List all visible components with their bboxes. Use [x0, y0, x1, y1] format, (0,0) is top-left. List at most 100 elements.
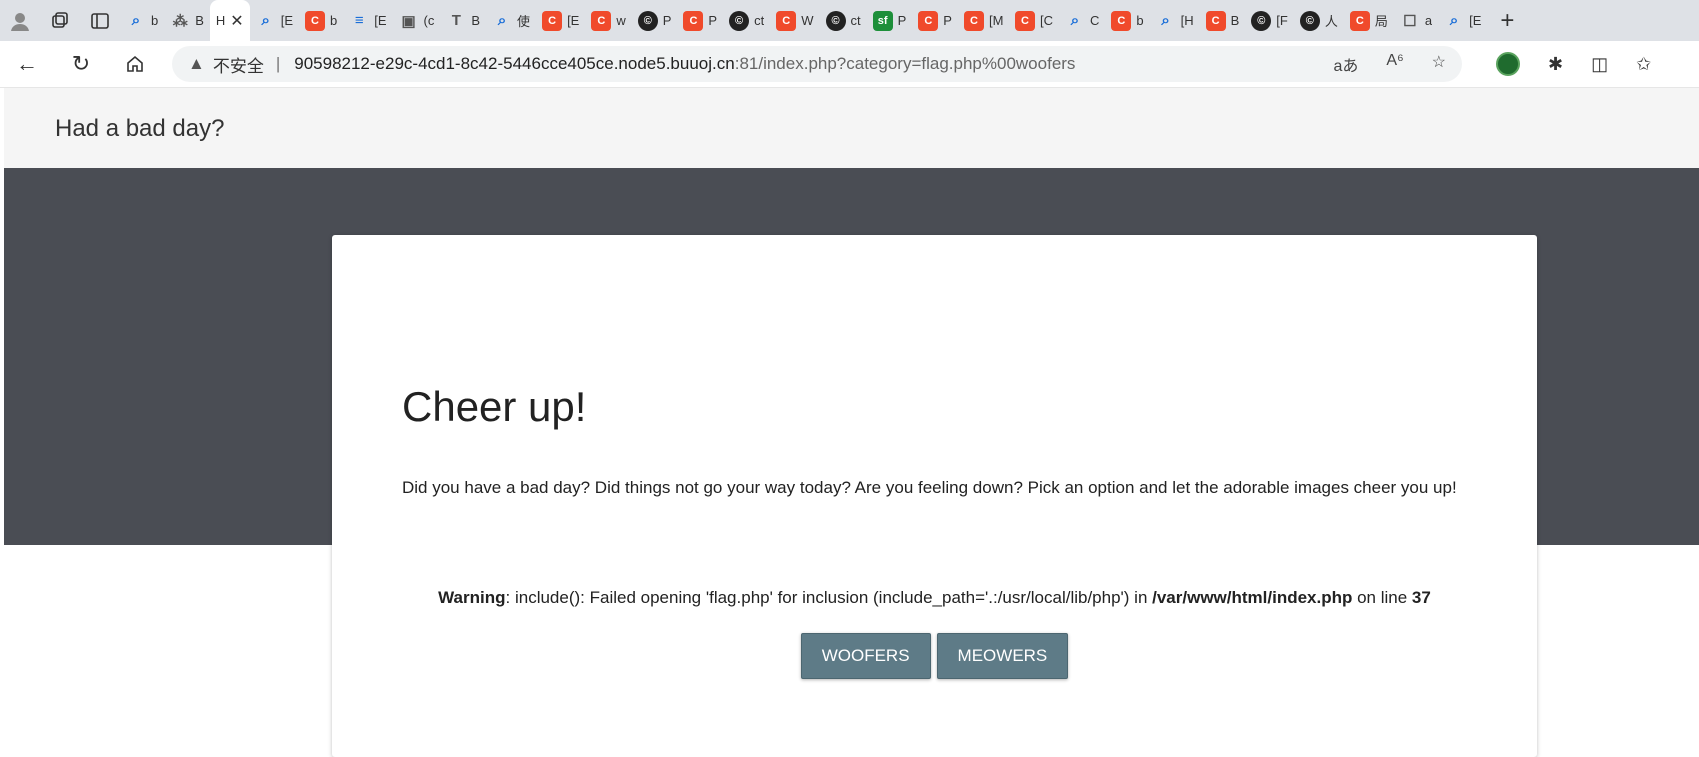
circle-logo-icon: © — [825, 10, 846, 31]
read-aloud-icon[interactable]: A⁶ — [1386, 52, 1403, 76]
search-icon: ⌕ — [261, 12, 270, 29]
tab-label: w — [616, 13, 626, 28]
t-logo-icon: T — [451, 12, 461, 29]
tab-label: C — [1089, 13, 1100, 28]
home-icon — [127, 55, 143, 72]
favorites-icon[interactable]: ✩ — [1636, 54, 1651, 75]
url-path[interactable]: :81/index.php?category=flag.php%00woofer… — [735, 54, 1076, 74]
vertical-tabs-button[interactable] — [80, 0, 120, 41]
security-label[interactable]: 不安全 — [213, 52, 264, 77]
back-button[interactable]: ← — [0, 41, 54, 87]
tab-label: [E — [280, 13, 293, 28]
browser-tab[interactable]: ⌕ [H — [1150, 0, 1200, 41]
profile-icon — [11, 12, 29, 31]
woofers-button[interactable]: WOOFERS — [800, 633, 931, 679]
browser-tab[interactable]: TB — [440, 0, 486, 41]
browser-tab[interactable]: ⁂ B — [164, 0, 210, 41]
browser-tab[interactable]: C [C — [1009, 0, 1059, 41]
browser-tab[interactable]: CP — [912, 0, 958, 41]
browser-tab[interactable]: ≡ [E — [343, 0, 392, 41]
extensions-puzzle-icon[interactable]: ✱ — [1548, 54, 1563, 75]
site-logo-icon: ⁂ — [172, 12, 188, 30]
browser-tab[interactable]: ⌕ [E — [1438, 0, 1487, 41]
tab-label: [E — [567, 13, 580, 28]
browser-tab[interactable]: C [E — [536, 0, 585, 41]
favorite-star-icon[interactable]: ☆ — [1432, 52, 1446, 76]
site-title[interactable]: Had a bad day? — [55, 115, 224, 143]
browser-tab[interactable]: sf P — [867, 0, 913, 41]
address-bar[interactable]: ▲ 不安全 | 90598212-e29c-4cd1-8c42-5446cce4… — [172, 46, 1462, 82]
csdn-icon: C — [1349, 10, 1370, 31]
browser-tab[interactable]: ▣ (c — [393, 0, 441, 41]
browser-tab[interactable]: Cw — [585, 0, 631, 41]
search-icon: ⌕ — [1161, 12, 1170, 29]
site-header: Had a bad day? — [4, 88, 1699, 168]
tab-label: a — [1424, 13, 1433, 28]
reload-button[interactable]: ↻ — [54, 41, 108, 87]
close-tab-icon[interactable]: ✕ — [230, 11, 243, 31]
search-icon: ⌕ — [1449, 12, 1459, 29]
circle-logo-icon: © — [1251, 10, 1272, 31]
tab-label: B — [1230, 13, 1240, 28]
browser-tab[interactable]: © 人 — [1294, 0, 1344, 41]
home-button[interactable] — [108, 41, 162, 87]
new-tab-button[interactable]: + — [1487, 7, 1527, 35]
tab-label: [H — [1180, 13, 1194, 28]
translate-icon[interactable]: aあ — [1333, 52, 1358, 76]
csdn-icon: C — [305, 10, 325, 31]
tab-label: [M — [988, 13, 1003, 28]
browser-tab[interactable]: ⌕ 使 — [486, 0, 536, 41]
browser-tab[interactable]: CW — [770, 0, 819, 41]
tab-label: b — [1136, 13, 1144, 28]
browser-tab[interactable]: © ct — [723, 0, 770, 41]
php-warning: Warning: include(): Failed opening 'flag… — [332, 588, 1537, 608]
browser-tab[interactable]: © P — [632, 0, 678, 41]
tab-label: (c — [423, 13, 435, 28]
browser-tab[interactable]: © ct — [820, 0, 867, 41]
csdn-icon: C — [542, 10, 563, 31]
workspaces-button[interactable] — [40, 0, 80, 41]
csdn-icon: C — [1111, 10, 1132, 31]
csdn-icon: C — [918, 10, 939, 31]
page-description: Did you have a bad day? Did things not g… — [402, 478, 1457, 497]
warning-triangle-icon[interactable]: ▲ — [188, 54, 205, 74]
browser-toolbar: ← ↻ ▲ 不安全 | 90598212-e29c-4cd1-8c42-5446… — [0, 41, 1699, 88]
browser-tab[interactable]: CB — [1200, 0, 1246, 41]
back-arrow-icon: ← — [16, 51, 38, 76]
browser-tab[interactable]: C [M — [958, 0, 1009, 41]
tab-label: P — [708, 13, 718, 28]
plus-icon: + — [1500, 6, 1515, 34]
tab-label: b — [330, 13, 338, 28]
browser-tab[interactable]: ⌕ b — [120, 0, 164, 41]
toolbar-extensions: ✱ ◫ ✩ — [1496, 52, 1651, 76]
profile-button[interactable] — [0, 0, 40, 41]
reload-icon: ↻ — [71, 51, 91, 76]
tab-label: ct — [754, 13, 765, 28]
address-actions: aあ A⁶ ☆ — [1333, 52, 1446, 76]
meowers-button[interactable]: MEOWERS — [936, 633, 1069, 679]
tab-label: 使 — [517, 14, 531, 29]
browser-tab[interactable]: CP — [677, 0, 723, 41]
browser-tab[interactable]: © [F — [1245, 0, 1294, 41]
browser-tab[interactable]: Cb — [1105, 0, 1149, 41]
search-icon: ⌕ — [131, 12, 141, 29]
document-icon: ☐ — [1403, 12, 1417, 30]
tab-label: B — [195, 13, 204, 28]
segmentfault-icon: sf — [872, 10, 893, 31]
tab-label: P — [943, 13, 952, 28]
tab-label: [E — [1469, 13, 1482, 28]
circle-logo-icon: © — [729, 10, 750, 31]
browser-tab[interactable]: Cb — [299, 0, 343, 41]
browser-tab[interactable]: ☐ a — [1394, 0, 1438, 41]
split-screen-icon[interactable]: ◫ — [1591, 54, 1608, 75]
search-icon: ⌕ — [1070, 12, 1080, 29]
extension-icon[interactable] — [1496, 52, 1520, 76]
browser-tab[interactable]: ⌕ [E — [250, 0, 299, 41]
url-host[interactable]: 90598212-e29c-4cd1-8c42-5446cce405ce.nod… — [294, 54, 734, 74]
browser-tab[interactable]: H ✕ — [209, 0, 250, 41]
browser-tab[interactable]: ⌕ C — [1059, 0, 1105, 41]
circle-logo-icon: © — [1299, 10, 1320, 31]
browser-tab[interactable]: C局 — [1344, 0, 1394, 41]
warning-on-line: on line — [1352, 588, 1412, 607]
tab-actions-icon — [91, 12, 109, 29]
